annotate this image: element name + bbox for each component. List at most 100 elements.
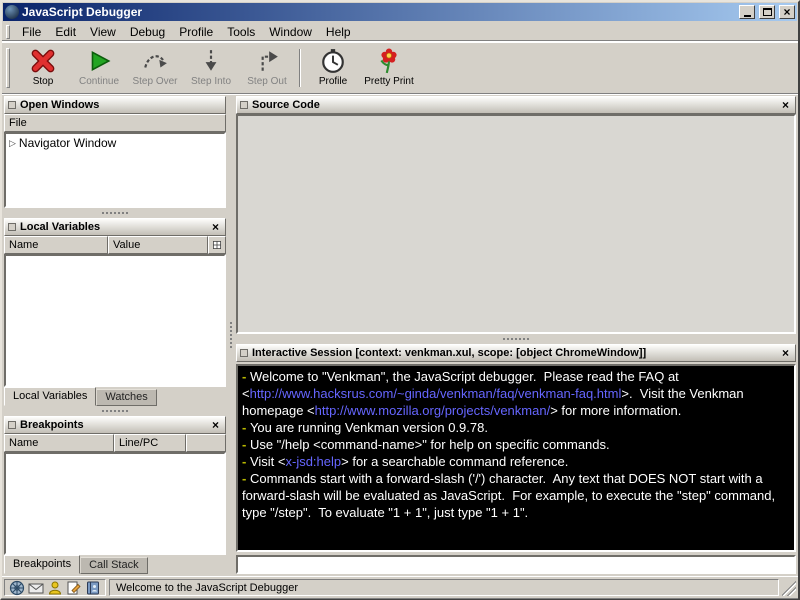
splitter-grip [102,212,128,215]
im-icon[interactable] [47,580,63,596]
horizontal-splitter[interactable] [4,208,226,218]
console-text: You are running Venkman version 0.9.78. [250,420,488,435]
left-column: Open Windows File ▷ Navigator Window Lo [4,96,226,574]
console-link[interactable]: x-jsd:help [285,454,341,469]
menu-profile[interactable]: Profile [172,23,220,41]
tab-breakpoints[interactable]: Breakpoints [4,555,80,574]
panel-close-icon[interactable]: × [209,221,222,233]
window-title: JavaScript Debugger [22,5,735,19]
titlebar: JavaScript Debugger × [3,3,797,21]
console-text: - [242,471,250,486]
menu-view[interactable]: View [83,23,123,41]
close-button[interactable]: × [779,5,795,19]
menu-tools[interactable]: Tools [220,23,262,41]
profile-button[interactable]: Profile [305,45,361,90]
addressbook-icon[interactable] [85,580,101,596]
panel-grippy-icon[interactable] [8,421,16,429]
profile-icon [320,48,346,74]
toolbar-grippy[interactable] [6,48,10,88]
minimize-icon [744,15,751,17]
source-code-view [236,114,796,334]
local-variables-list [4,254,226,387]
interactive-session-header: Interactive Session [context: venkman.xu… [236,344,796,362]
mail-icon[interactable] [28,580,44,596]
step-out-icon [254,48,280,74]
open-windows-panel: Open Windows File ▷ Navigator Window [4,96,226,208]
resize-grip[interactable] [782,579,796,596]
column-header-name[interactable]: Name [4,434,114,452]
menu-file[interactable]: File [15,23,48,41]
toolbar-separator [299,49,301,87]
twisty-icon[interactable]: ▷ [9,138,16,149]
menu-window[interactable]: Window [262,23,319,41]
minimize-button[interactable] [739,5,755,19]
vertical-splitter[interactable] [226,96,236,574]
step-into-button[interactable]: Step Into [183,45,239,90]
tab-call-stack[interactable]: Call Stack [80,557,148,574]
breakpoints-tabs: Breakpoints Call Stack [4,555,226,574]
column-header-name[interactable]: Name [4,236,108,254]
open-windows-header: Open Windows [4,96,226,114]
console-text: - [242,454,250,469]
panel-close-icon[interactable]: × [779,99,792,111]
step-over-button[interactable]: Step Over [127,45,183,90]
splitter-grip [102,410,128,413]
column-header-value[interactable]: Value [108,236,208,254]
column-header-file[interactable]: File [4,114,226,132]
toolbar-button-label: Continue [79,76,119,87]
venkman-app-icon[interactable] [5,5,19,19]
local-variables-tabs: Local Variables Watches [4,387,226,406]
local-variables-panel: Local Variables × Name Value [4,218,226,406]
composer-icon[interactable] [66,580,82,596]
step-out-button[interactable]: Step Out [239,45,295,90]
breakpoints-panel: Breakpoints × Name Line/PC Breakpoints C… [4,416,226,574]
continue-icon [86,48,112,74]
console-line: - Use "/help <command-name>" for help on… [242,436,790,453]
console-input[interactable] [236,555,796,574]
console-link[interactable]: http://www.hacksrus.com/~ginda/venkman/f… [250,386,622,401]
maximize-icon [763,8,772,16]
statusbar: Welcome to the JavaScript Debugger [2,576,798,598]
maximize-button[interactable] [759,5,775,19]
panel-grippy-icon[interactable] [8,223,16,231]
pretty-print-button[interactable]: Pretty Print [361,45,417,90]
right-column: Source Code × Interactive Session [conte… [236,96,796,574]
menubar-grippy[interactable] [6,25,10,39]
console-text: > for more information. [550,403,681,418]
toolbar-button-label: Pretty Print [364,76,413,87]
pretty-print-icon [376,48,402,74]
column-picker-icon [213,240,221,250]
local-variables-header: Local Variables × [4,218,226,236]
column-header-line-pc[interactable]: Line/PC [114,434,186,452]
app-window: JavaScript Debugger × File Edit View Deb… [0,0,800,600]
horizontal-splitter[interactable] [236,334,796,344]
panel-close-icon[interactable]: × [779,347,792,359]
console-line: - Welcome to "Venkman", the JavaScript d… [242,368,790,419]
console-text: - [242,437,250,452]
close-icon: × [783,6,790,18]
panel-grippy-icon[interactable] [8,101,16,109]
continue-button[interactable]: Continue [71,45,127,90]
tab-local-variables[interactable]: Local Variables [4,387,96,406]
panel-close-icon[interactable]: × [209,419,222,431]
menu-help[interactable]: Help [319,23,358,41]
source-code-header: Source Code × [236,96,796,114]
console-text: - [242,420,250,435]
console-link[interactable]: http://www.mozilla.org/projects/venkman/ [315,403,551,418]
column-picker-button[interactable] [208,236,226,254]
panel-grippy-icon[interactable] [240,349,248,357]
console-text: Use "/help <command-name>" for help on s… [250,437,610,452]
menu-debug[interactable]: Debug [123,23,172,41]
open-windows-list: ▷ Navigator Window [4,132,226,208]
horizontal-splitter[interactable] [4,406,226,416]
panel-grippy-icon[interactable] [240,101,248,109]
toolbar-button-label: Step Over [132,76,177,87]
tab-watches[interactable]: Watches [96,389,156,406]
menu-edit[interactable]: Edit [48,23,83,41]
navigator-icon[interactable] [9,580,25,596]
list-item-navigator-window[interactable]: ▷ Navigator Window [6,134,224,152]
console-line: - Visit <x-jsd:help> for a searchable co… [242,453,790,470]
toolbar: Stop Continue Step Over Step Into [2,42,798,94]
console-text: Visit < [250,454,286,469]
stop-button[interactable]: Stop [15,45,71,90]
